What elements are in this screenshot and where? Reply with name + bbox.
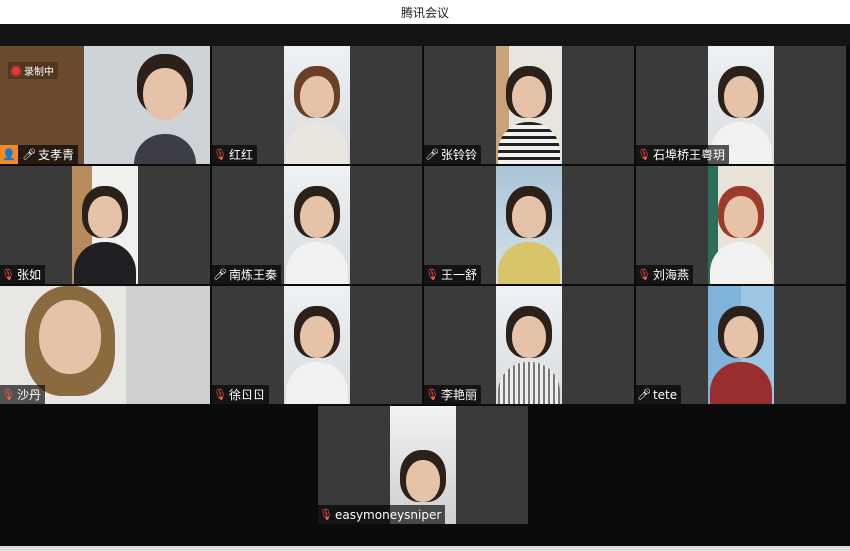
window-title: 腾讯会议 bbox=[400, 6, 449, 20]
name-tag: 🎙︎ 红红 bbox=[212, 145, 257, 164]
participant-name: 南炼王秦 bbox=[228, 268, 277, 282]
microphone-muted-icon[interactable]: 🎙︎ bbox=[425, 388, 439, 401]
participant-tile[interactable]: 🎙︎ 王一舒 bbox=[424, 166, 634, 284]
participant-video bbox=[708, 286, 774, 404]
name-tag: 🎙︎ easymoneysniper bbox=[318, 505, 446, 524]
microphone-icon[interactable]: 🎤︎ bbox=[425, 148, 439, 161]
participant-tile[interactable]: 🎤︎ 张铃铃 bbox=[424, 46, 634, 164]
microphone-muted-icon[interactable]: 🎙︎ bbox=[637, 148, 651, 161]
participant-name: tete bbox=[652, 387, 678, 402]
participant-tile[interactable]: 🎙︎ 沙丹 bbox=[0, 286, 210, 404]
microphone-muted-icon[interactable]: 🎙︎ bbox=[319, 508, 333, 521]
participant-video bbox=[496, 46, 562, 164]
participant-name: 石埠桥王粤玥 bbox=[652, 148, 725, 162]
toolbar-strip bbox=[0, 24, 850, 46]
host-person-icon: 👤 bbox=[0, 145, 18, 164]
name-tag: 👤 🎤︎ 支孝青 bbox=[0, 145, 78, 164]
participant-name: 沙丹 bbox=[16, 388, 41, 402]
name-tag: 🎤︎ 南炼王秦 bbox=[212, 265, 281, 284]
microphone-muted-icon[interactable]: 🎙︎ bbox=[425, 268, 439, 281]
name-tag: 🎙︎ 徐ㄖㄖ bbox=[212, 385, 269, 404]
recording-label: 录制中 bbox=[24, 67, 54, 78]
participant-name: 徐ㄖㄖ bbox=[228, 388, 265, 402]
video-grid: 录制中 👤 🎤︎ 支孝青 🎙︎ 红红 🎤︎ 张铃铃 🎙︎ 石埠桥王粤玥 🎙︎ 张… bbox=[0, 46, 850, 546]
participant-tile[interactable]: 🎙︎ 徐ㄖㄖ bbox=[212, 286, 422, 404]
participant-tile[interactable]: 🎙︎ 张如 bbox=[0, 166, 210, 284]
title-bar: 腾讯会议 bbox=[0, 0, 850, 24]
participant-tile[interactable]: 🎙︎ 李艳丽 bbox=[424, 286, 634, 404]
name-tag: 🎙︎ 张如 bbox=[0, 265, 45, 284]
participant-tile[interactable]: 🎤︎ 南炼王秦 bbox=[212, 166, 422, 284]
participant-video bbox=[496, 166, 562, 284]
participant-tile[interactable]: 🎙︎ 红红 bbox=[212, 46, 422, 164]
microphone-muted-icon[interactable]: 🎙︎ bbox=[637, 268, 651, 281]
microphone-icon[interactable]: 🎤︎ bbox=[637, 388, 651, 401]
name-tag: 🎤︎ tete bbox=[636, 385, 682, 404]
record-dot-icon bbox=[12, 66, 20, 75]
microphone-icon[interactable]: 🎤︎ bbox=[213, 268, 227, 281]
name-tag: 🎙︎ 刘海燕 bbox=[636, 265, 693, 284]
participant-name: 李艳丽 bbox=[440, 388, 477, 402]
participant-tile[interactable]: 🎙︎ easymoneysniper bbox=[318, 406, 528, 524]
participant-name: 红红 bbox=[228, 148, 253, 162]
participant-tile[interactable]: 🎙︎ 石埠桥王粤玥 bbox=[636, 46, 846, 164]
microphone-muted-icon[interactable]: 🎙︎ bbox=[213, 148, 227, 161]
name-tag: 🎙︎ 王一舒 bbox=[424, 265, 481, 284]
participant-video bbox=[284, 286, 350, 404]
participant-video bbox=[284, 46, 350, 164]
participant-tile[interactable]: 录制中 👤 🎤︎ 支孝青 bbox=[0, 46, 210, 164]
bottom-bar bbox=[0, 546, 850, 551]
participant-video bbox=[708, 166, 774, 284]
microphone-muted-icon[interactable]: 🎙︎ bbox=[1, 268, 15, 281]
participant-name: 刘海燕 bbox=[652, 268, 689, 282]
name-tag: 🎙︎ 石埠桥王粤玥 bbox=[636, 145, 729, 164]
participant-video bbox=[284, 166, 350, 284]
participant-video bbox=[496, 286, 562, 404]
participant-tile[interactable]: 🎙︎ 刘海燕 bbox=[636, 166, 846, 284]
name-tag: 🎙︎ 李艳丽 bbox=[424, 385, 481, 404]
participant-video bbox=[72, 166, 138, 284]
participant-name: 张铃铃 bbox=[440, 148, 477, 162]
participant-name: 王一舒 bbox=[440, 268, 477, 282]
microphone-muted-icon[interactable]: 🎙︎ bbox=[213, 388, 227, 401]
microphone-muted-icon[interactable]: 🎙︎ bbox=[1, 388, 15, 401]
name-tag: 🎤︎ 张铃铃 bbox=[424, 145, 481, 164]
participant-name: easymoneysniper bbox=[334, 507, 442, 522]
microphone-icon[interactable]: 🎤︎ bbox=[22, 148, 36, 161]
participant-tile[interactable]: 🎤︎ tete bbox=[636, 286, 846, 404]
recording-indicator: 录制中 bbox=[8, 62, 58, 79]
participant-name: 支孝青 bbox=[37, 148, 74, 162]
name-tag: 🎙︎ 沙丹 bbox=[0, 385, 45, 404]
participant-name: 张如 bbox=[16, 268, 41, 282]
